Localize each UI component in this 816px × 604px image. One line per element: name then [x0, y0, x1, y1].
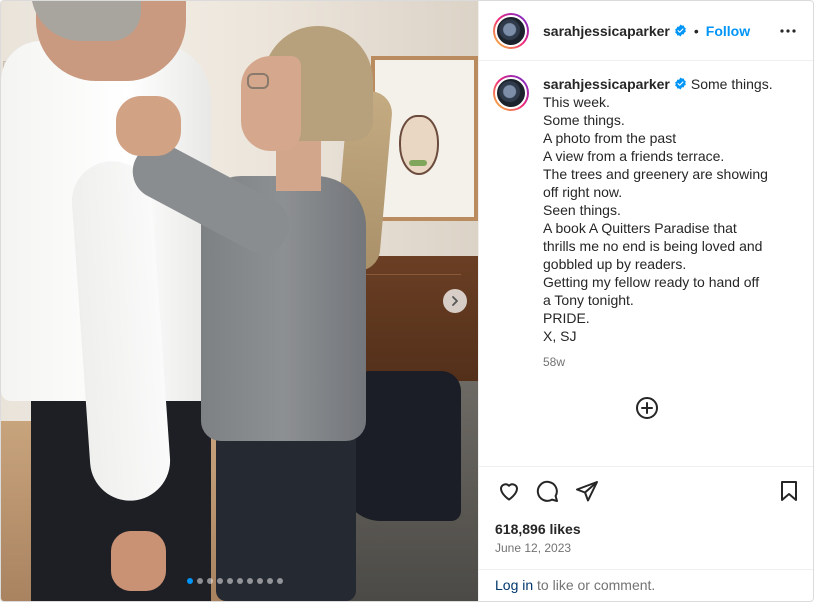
carousel-dot	[217, 578, 223, 584]
caption-line: PRIDE.	[543, 310, 590, 326]
add-comment-icon[interactable]	[635, 396, 659, 420]
caption-line: A photo from the past	[543, 130, 677, 146]
caption-line: Getting my fellow ready to hand off	[543, 274, 760, 290]
login-prompt: Log in to like or comment.	[495, 577, 655, 593]
carousel-dot	[267, 578, 273, 584]
more-options-icon[interactable]	[780, 23, 796, 39]
heart-icon[interactable]	[497, 479, 521, 503]
post-time-ago[interactable]: 58w	[543, 353, 773, 371]
post-header: sarahjessicaparker • Follow	[479, 1, 813, 61]
avatar[interactable]	[493, 12, 529, 49]
carousel-dot	[227, 578, 233, 584]
caption-username[interactable]: sarahjessicaparker	[543, 76, 670, 92]
caption-text: sarahjessicaparker Some things. This week…	[543, 75, 773, 371]
like-count[interactable]: 618,896 likes	[495, 521, 581, 537]
caption-line: gobbled up by readers.	[543, 256, 687, 272]
caption-line: off right now.	[543, 184, 623, 200]
login-link[interactable]: Log in	[495, 577, 533, 593]
caption-line: X, SJ	[543, 328, 577, 344]
carousel-dot	[187, 578, 193, 584]
caption-line: Some things.	[690, 76, 773, 92]
caption-line: a Tony tonight.	[543, 292, 634, 308]
header-separator: •	[693, 22, 699, 39]
carousel-indicator	[187, 578, 283, 584]
photo-woman-face	[241, 56, 301, 151]
post-card: sarahjessicaparker • Follow sarahjessica…	[0, 0, 814, 602]
follow-button[interactable]: Follow	[706, 23, 750, 39]
verified-badge-icon	[675, 77, 686, 90]
share-icon[interactable]	[575, 479, 599, 503]
caption-line: A view from a friends terrace.	[543, 148, 725, 164]
caption-line: This week.	[543, 94, 610, 110]
carousel-dot	[277, 578, 283, 584]
post-caption: sarahjessicaparker Some things. This week…	[493, 75, 803, 371]
carousel-dot	[257, 578, 263, 584]
bookmark-icon[interactable]	[777, 479, 801, 503]
caption-avatar[interactable]	[493, 75, 529, 111]
post-details-panel: sarahjessicaparker • Follow sarahjessica…	[478, 1, 813, 601]
photo-man-hand	[111, 531, 166, 591]
post-actions	[495, 479, 801, 505]
caption-line: A book A Quitters Paradise that	[543, 220, 737, 236]
post-date: June 12, 2023	[495, 541, 572, 555]
caption-first-line: sarahjessicaparker Some things.	[543, 75, 773, 93]
divider	[479, 466, 813, 467]
caption-line: Some things.	[543, 112, 625, 128]
chevron-right-icon	[452, 296, 458, 306]
caption-line: Seen things.	[543, 202, 621, 218]
carousel-dot	[197, 578, 203, 584]
comment-icon[interactable]	[535, 479, 559, 503]
caption-line: The trees and greenery are showing	[543, 166, 768, 182]
header-username[interactable]: sarahjessicaparker	[543, 23, 670, 39]
carousel-dot	[247, 578, 253, 584]
login-suffix: to like or comment.	[533, 577, 656, 593]
next-slide-button[interactable]	[443, 289, 467, 313]
carousel-dot	[237, 578, 243, 584]
carousel-dot	[207, 578, 213, 584]
photo-woman-pants	[216, 421, 356, 601]
caption-line: thrills me no end is being loved and	[543, 238, 763, 254]
divider	[479, 569, 813, 570]
post-photo[interactable]	[1, 1, 478, 601]
photo-woman-glasses	[247, 73, 269, 89]
verified-badge-icon	[675, 24, 686, 37]
photo-woman-hand	[116, 96, 181, 156]
